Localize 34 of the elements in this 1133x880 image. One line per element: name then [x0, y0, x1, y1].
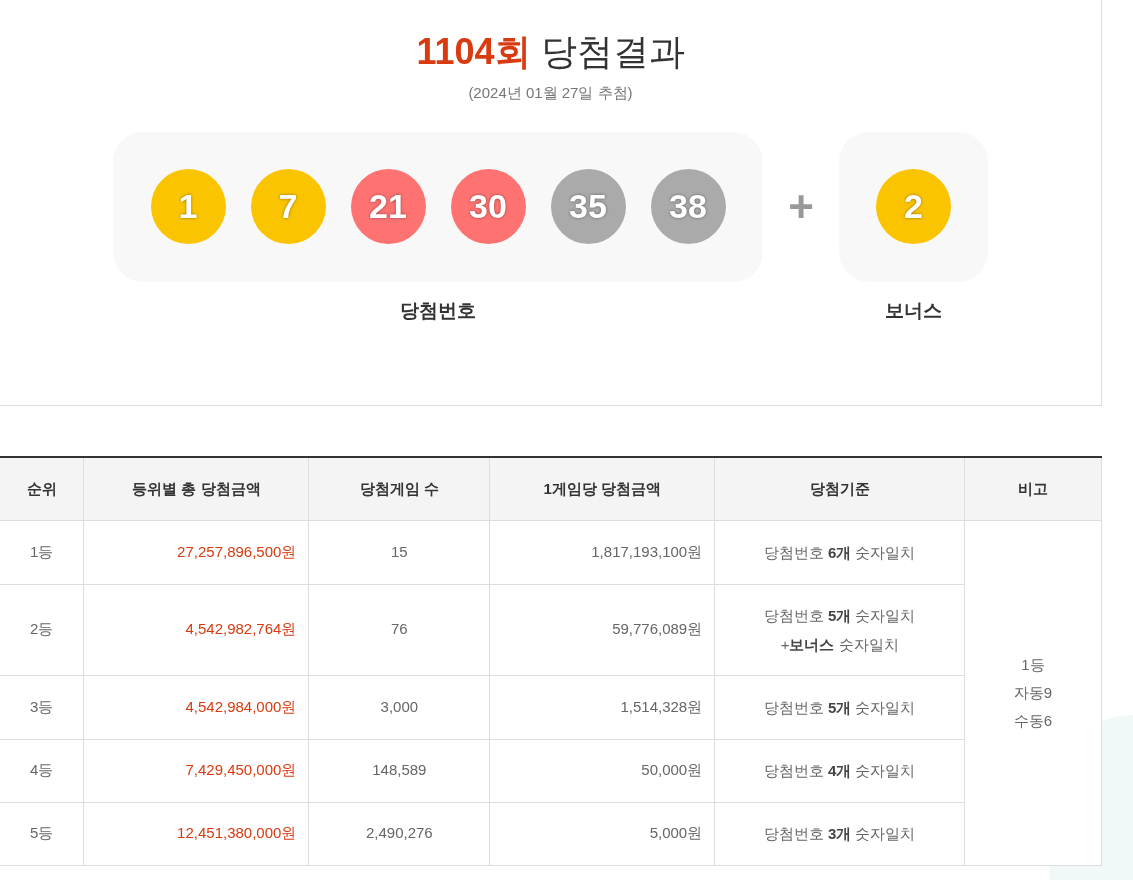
column-header: 등위별 총 당첨금액	[83, 457, 309, 520]
table-cell: 15	[308, 520, 490, 584]
table-cell: 2등	[0, 584, 84, 675]
table-cell: 2,490,276	[308, 802, 490, 865]
table-cell: 4,542,982,764원	[83, 584, 309, 675]
column-header: 당첨게임 수	[308, 457, 490, 520]
table-cell: 76	[308, 584, 490, 675]
column-header: 순위	[0, 457, 84, 520]
table-cell: 3,000	[308, 675, 490, 739]
table-cell: 7,429,450,000원	[83, 739, 309, 802]
numbers-label: 당첨번호	[400, 298, 476, 323]
column-header: 1게임당 당첨금액	[489, 457, 715, 520]
table-cell: 50,000원	[489, 739, 715, 802]
table-cell: 5,000원	[489, 802, 715, 865]
table-cell: 4등	[0, 739, 84, 802]
column-header: 비고	[964, 457, 1102, 520]
table-cell: 1등	[0, 520, 84, 584]
table-cell: 12,451,380,000원	[83, 802, 309, 865]
table-cell: 1,514,328원	[489, 675, 715, 739]
table-cell: 1,817,193,100원	[489, 520, 715, 584]
draw-date: (2024년 01월 27일 추첨)	[468, 83, 633, 103]
table-cell: 4,542,984,000원	[83, 675, 309, 739]
round-number: 1104회	[416, 30, 531, 74]
column-header: 당첨기준	[714, 457, 965, 520]
table-cell: 148,589	[308, 739, 490, 802]
table-cell: 3등	[0, 675, 84, 739]
result-title: 당첨결과	[540, 30, 685, 74]
table-cell: 1등 자동9 수동6	[964, 520, 1102, 865]
table-cell: 59,776,089원	[489, 584, 715, 675]
table-cell: 당첨번호 6개 숫자일치	[714, 520, 965, 584]
table-cell: 5등	[0, 802, 84, 865]
plus-sign: +	[787, 180, 815, 233]
bonus-label: 보너스	[885, 298, 942, 323]
table-cell: 27,257,896,500원	[83, 520, 309, 584]
